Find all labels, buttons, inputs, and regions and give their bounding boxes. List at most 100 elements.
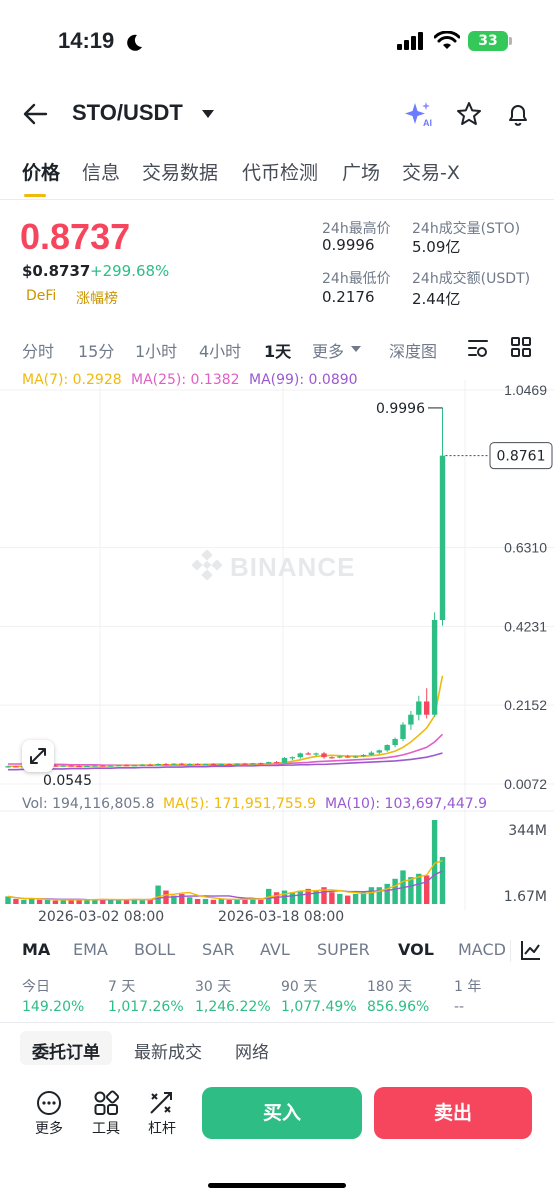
watermark-text: BINANCE [230, 552, 356, 582]
ind-ema[interactable]: EMA [73, 940, 108, 959]
candle-body [194, 763, 201, 766]
candle-body [360, 754, 367, 757]
tab-square[interactable]: 广场 [342, 158, 380, 185]
perf-value-1y: -- [454, 999, 465, 1015]
candle-body [139, 764, 145, 766]
interval-more[interactable]: 更多 [312, 338, 344, 362]
leverage-label[interactable]: 杠杆 [148, 1118, 176, 1138]
candle-body [273, 762, 280, 764]
more-dots-icon[interactable] [36, 1090, 62, 1116]
tag-defi[interactable]: DeFi [26, 288, 56, 304]
interval-1d[interactable]: 1天 [264, 338, 291, 362]
layout-grid-icon[interactable] [510, 336, 532, 358]
volume-bar [258, 899, 264, 904]
volume-bar [392, 878, 398, 904]
ind-ma[interactable]: MA [22, 940, 50, 959]
tabs-divider [0, 199, 554, 200]
volume-bar [384, 883, 390, 904]
candle-body [123, 765, 130, 767]
y-tick-label: 0.2152 [504, 697, 547, 713]
volume-bar [194, 898, 201, 904]
tab-open-orders[interactable]: 委托订单 [32, 1038, 100, 1063]
tab-token-check[interactable]: 代币检测 [242, 158, 318, 185]
perf-label-today: 今日 [22, 979, 50, 995]
tab-network[interactable]: 网络 [235, 1038, 269, 1063]
volume-bar [108, 899, 114, 904]
interval-4h[interactable]: 4小时 [199, 338, 241, 362]
caret-down-icon[interactable] [201, 109, 215, 119]
volume-bar [21, 899, 27, 904]
more-caret-icon[interactable] [350, 345, 362, 353]
candle-body [424, 701, 430, 715]
low-value: 0.2176 [322, 288, 375, 306]
candle-body [242, 763, 248, 765]
last-price: 0.8737 [20, 216, 131, 257]
tab-active-indicator [24, 194, 46, 197]
volume-bar [345, 895, 351, 904]
volume-bar [226, 899, 232, 904]
depth-chart-tab[interactable]: 深度图 [389, 338, 437, 362]
svg-text:AI: AI [423, 118, 432, 128]
expand-icon [30, 748, 46, 764]
tools-label[interactable]: 工具 [92, 1118, 120, 1138]
buy-button[interactable]: 买入 [202, 1087, 362, 1139]
ai-sparkle-icon[interactable]: AI [404, 100, 434, 128]
interval-15m[interactable]: 15分 [78, 338, 114, 362]
candle-body [218, 763, 224, 766]
back-arrow-icon[interactable] [22, 102, 48, 126]
volume-bar [147, 899, 153, 904]
low-marker-label: 0.0545 [43, 773, 92, 789]
leverage-icon[interactable] [148, 1090, 174, 1116]
tab-trade-x[interactable]: 交易-X [402, 158, 460, 185]
sell-button[interactable]: 卖出 [374, 1087, 532, 1139]
tab-latest-trades[interactable]: 最新成交 [134, 1038, 202, 1063]
candle-body [226, 763, 232, 766]
interval-1h[interactable]: 1小时 [135, 338, 177, 362]
y-tick-label: 0.0072 [504, 776, 547, 792]
ind-vol[interactable]: VOL [398, 940, 434, 959]
volume-bar [155, 885, 161, 904]
low-label: 24h最低价 [322, 271, 391, 287]
tab-trading-data[interactable]: 交易数据 [142, 158, 218, 185]
tag-gainers[interactable]: 涨幅榜 [76, 288, 118, 308]
volume-bar [187, 897, 193, 904]
volume-bar [202, 898, 209, 904]
interval-line[interactable]: 分时 [22, 338, 54, 362]
candle-body [202, 763, 209, 766]
candle-body [155, 763, 161, 766]
moon-icon [127, 34, 142, 51]
ind-avl[interactable]: AVL [260, 940, 290, 959]
candle-body [5, 766, 11, 768]
kline-chart[interactable]: 1.0469 0.6310 0.4231 0.2152 0.0072 344M 1.67M 0… [0, 380, 554, 910]
chart-toggle-icon[interactable] [520, 939, 542, 961]
y-tick-label: 0.4231 [504, 618, 547, 634]
fullscreen-button[interactable] [22, 740, 54, 772]
candle-body [266, 762, 272, 764]
candle-body [416, 701, 422, 715]
more-label[interactable]: 更多 [35, 1118, 63, 1138]
perf-value-180d: 856.96% [367, 999, 430, 1015]
volume-bar [44, 899, 51, 904]
ind-macd[interactable]: MACD [458, 940, 506, 959]
ind-boll[interactable]: BOLL [134, 940, 175, 959]
indicator-settings-icon[interactable] [466, 336, 490, 360]
volume-bar [297, 890, 303, 904]
pair-title[interactable]: STO/USDT [72, 100, 183, 126]
candle-body [171, 763, 177, 765]
candle-body [147, 764, 153, 766]
ind-sar[interactable]: SAR [202, 940, 235, 959]
ma25-line [8, 733, 444, 766]
volume-bar [92, 899, 98, 904]
perf-value-7d: 1,017.26% [108, 999, 184, 1015]
tab-price[interactable]: 价格 [22, 158, 60, 185]
candle-body [68, 765, 74, 767]
tab-info[interactable]: 信息 [82, 158, 120, 185]
wifi-icon [434, 31, 460, 49]
bell-icon[interactable] [505, 101, 531, 127]
ind-super[interactable]: SUPER [317, 940, 370, 959]
tools-icon[interactable] [93, 1090, 119, 1116]
candle-body [337, 756, 343, 758]
volume-bar [337, 893, 343, 904]
ma7-line [8, 675, 444, 768]
star-icon[interactable] [456, 101, 482, 127]
